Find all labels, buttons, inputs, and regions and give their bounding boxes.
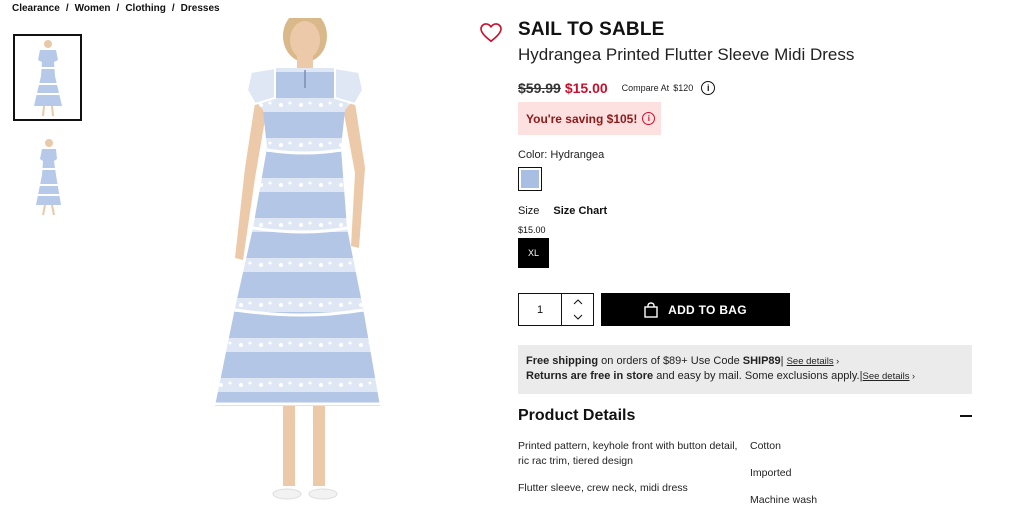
chevron-up-icon[interactable] [562,294,593,310]
returns-text: and easy by mail. Some exclusions apply. [653,370,860,382]
breadcrumb-clearance[interactable]: Clearance [12,3,60,14]
original-price: $59.99 [518,80,561,96]
free-shipping-text: on orders of $89+ Use Code [598,355,743,367]
free-shipping-bold: Free shipping [526,355,599,367]
size-option-xl[interactable]: XL [518,238,549,268]
chevron-down-icon[interactable] [562,310,593,326]
detail-item: Machine wash [750,494,818,506]
detail-item: Imported [750,467,792,479]
detail-item: Cotton [750,440,781,452]
sale-price: $15.00 [564,80,608,96]
see-details-link-shipping[interactable]: See details [787,356,834,367]
add-to-bag-label: ADD TO BAG [668,302,747,317]
swatch-fill [521,170,539,188]
quantity-stepper: 1 [518,293,594,326]
thumbnail-front[interactable] [13,34,82,121]
breadcrumb: Clearance / Women / Clothing / Dresses [12,3,220,14]
size-price: $15.00 [518,225,546,235]
saving-text: You're saving $105! [526,111,638,126]
chevron-right-icon: › [833,356,840,366]
size-label: Size [518,205,540,217]
brand-name[interactable]: SAIL TO SABLE [518,19,665,41]
see-details-link-returns[interactable]: See details [862,371,909,382]
breadcrumb-clothing[interactable]: Clothing [125,3,166,14]
wishlist-heart-icon[interactable] [480,23,502,43]
breadcrumb-dresses[interactable]: Dresses [181,3,220,14]
add-to-bag-button[interactable]: ADD TO BAG [601,293,790,326]
breadcrumb-separator: / [171,3,175,14]
shipping-info-box: Free shipping on orders of $89+ Use Code… [518,345,972,394]
color-label-text: Color: [518,149,548,161]
shipping-code: SHIP89 [742,355,781,367]
returns-line: Returns are free in store and easy by ma… [526,369,964,384]
quantity-arrows [562,294,593,325]
size-row: Size Size Chart [518,205,607,217]
saving-banner: You're saving $105! i [518,102,661,135]
details-right-column: Cotton Imported Machine wash [750,439,817,509]
color-label: Color: Hydrangea [518,149,604,161]
price-row: $59.99 $15.00 Compare At $120 i [518,80,716,96]
chevron-right-icon: › [909,371,915,381]
product-name: Hydrangea Printed Flutter Sleeve Midi Dr… [518,45,855,64]
product-details-title[interactable]: Product Details [518,407,635,425]
quantity-input[interactable]: 1 [519,294,562,325]
product-main-image[interactable] [195,10,415,509]
shipping-line: Free shipping on orders of $89+ Use Code… [526,354,964,369]
thumbnail-side[interactable] [13,133,82,220]
size-chart-link[interactable]: Size Chart [553,205,607,217]
thumbnail-list [13,34,82,232]
detail-item: Printed pattern, keyhole front with butt… [518,440,738,467]
compare-label: Compare At [621,83,670,93]
returns-bold: Returns are free in store [526,370,654,382]
info-icon[interactable]: i [642,112,656,125]
details-left-column: Printed pattern, keyhole front with butt… [518,439,743,508]
detail-item: Flutter sleeve, crew neck, midi dress [518,482,688,494]
compare-value: $120 [673,83,694,93]
info-icon[interactable]: i [701,81,716,95]
collapse-minus-icon[interactable] [960,415,972,417]
color-swatch-hydrangea[interactable] [518,167,542,191]
color-value: Hydrangea [550,149,605,161]
shopping-bag-icon [644,301,658,318]
breadcrumb-separator: / [116,3,120,14]
breadcrumb-women[interactable]: Women [75,3,111,14]
breadcrumb-separator: / [65,3,69,14]
